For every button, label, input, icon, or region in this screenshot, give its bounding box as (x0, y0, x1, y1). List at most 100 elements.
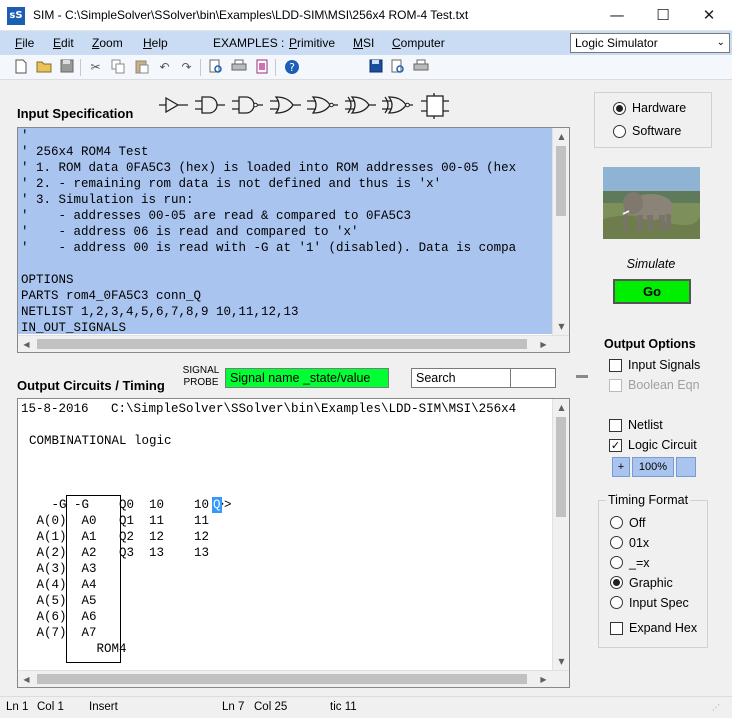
output-vertical-scrollbar[interactable]: ▲ ▼ (552, 399, 569, 670)
xor-gate-icon[interactable] (344, 95, 376, 115)
menu-edit[interactable]: Edit (53, 36, 74, 50)
menu-zoom[interactable]: Zoom (92, 36, 123, 50)
status-col-input: Col 1 (37, 701, 64, 713)
logic-circuit-label: Logic Circuit (628, 438, 697, 452)
scroll-down-icon[interactable]: ▼ (553, 318, 569, 335)
redo-icon[interactable]: ↷ (178, 59, 195, 76)
text-cursor-selection[interactable]: Q (212, 497, 222, 513)
mode-select-value: Logic Simulator (575, 36, 658, 50)
input-signals-checkbox[interactable] (609, 359, 622, 372)
scroll-left-icon[interactable]: ◀ (18, 336, 35, 352)
timing-eqx-radio[interactable] (610, 556, 623, 569)
timing-format-title: Timing Format (606, 493, 691, 507)
svg-text:?: ? (289, 61, 295, 74)
flipflop-icon[interactable] (420, 92, 450, 120)
menu-msi[interactable]: MSI (353, 36, 374, 50)
status-line-output: Ln 7 (222, 701, 245, 713)
netlist-label: Netlist (628, 418, 663, 432)
examples-label: EXAMPLES : (213, 36, 285, 50)
signal-probe-label: SIGNAL PROBE (182, 365, 220, 388)
undo-icon[interactable]: ↶ (156, 59, 173, 76)
scroll-right-icon[interactable]: ▶ (535, 336, 552, 352)
timing-graphic-radio[interactable] (610, 576, 623, 589)
status-tic: tic 11 (330, 701, 357, 713)
input-spec-text[interactable]: ' ' 256x4 ROM4 Test ' 1. ROM data 0FA5C3… (18, 128, 556, 335)
menu-primitive[interactable]: Primitive (289, 36, 335, 50)
timing-01x-radio[interactable] (610, 536, 623, 549)
app-icon: sS (7, 7, 25, 25)
search-button[interactable] (510, 368, 556, 388)
output-horizontal-scrollbar[interactable]: ◀ ▶ (18, 670, 569, 687)
netlist-checkbox[interactable] (609, 419, 622, 432)
circuit-line: -G -G Q0 10 10 >> (29, 498, 240, 512)
scroll-left-icon[interactable]: ◀ (18, 671, 35, 687)
signal-probe-input[interactable]: Signal name _state/value (225, 368, 389, 388)
output-circuits-editor[interactable]: 15-8-2016 C:\SimpleSolver\SSolver\bin\Ex… (17, 398, 570, 688)
toolbar: ✂ ↶ ↷ ? (0, 55, 732, 80)
output-header-line: 15-8-2016 C:\SimpleSolver\SSolver\bin\Ex… (21, 402, 517, 416)
logic-circuit-checkbox[interactable]: ✓ (609, 439, 622, 452)
hardware-radio[interactable] (613, 102, 626, 115)
open-folder-icon[interactable] (35, 59, 52, 76)
buffer-gate-icon[interactable] (158, 95, 190, 115)
status-insert-mode: Insert (89, 701, 118, 713)
hardware-label: Hardware (632, 101, 687, 115)
menu-file[interactable]: File (15, 36, 34, 50)
zoom-in-button[interactable]: + (612, 457, 630, 477)
input-spec-editor[interactable]: ' ' 256x4 ROM4 Test ' 1. ROM data 0FA5C3… (17, 127, 570, 353)
title-bar: sS SIM - C:\SimpleSolver\SSolver\bin\Exa… (0, 0, 732, 31)
cut-icon[interactable]: ✂ (87, 59, 104, 76)
nand-gate-icon[interactable] (231, 95, 263, 115)
menu-computer[interactable]: Computer (392, 36, 445, 50)
panel-splitter[interactable] (576, 375, 588, 378)
simulate-label: Simulate (626, 257, 676, 271)
page-setup-icon[interactable] (253, 59, 270, 76)
scroll-up-icon[interactable]: ▲ (553, 128, 569, 145)
go-button[interactable]: Go (613, 279, 691, 304)
timing-off-radio[interactable] (610, 516, 623, 529)
timing-graphic-label: Graphic (629, 576, 673, 590)
paste-icon[interactable] (133, 59, 150, 76)
copy-icon[interactable] (110, 59, 127, 76)
save-icon[interactable] (58, 59, 75, 76)
software-label: Software (632, 124, 682, 138)
print-preview-output-icon[interactable] (389, 59, 406, 76)
and-gate-icon[interactable] (194, 95, 226, 115)
zoom-level-button[interactable]: 100% (632, 457, 674, 477)
nor-gate-icon[interactable] (306, 95, 338, 115)
print-output-icon[interactable] (412, 59, 429, 76)
output-options-title: Output Options (604, 337, 696, 351)
search-input[interactable]: Search (411, 368, 511, 388)
xnor-gate-icon[interactable] (381, 95, 413, 115)
minimize-button[interactable]: — (594, 0, 640, 31)
boolean-eqn-checkbox[interactable] (609, 379, 622, 392)
timing-off-label: Off (629, 516, 646, 530)
chevron-down-icon: ⌄ (716, 37, 725, 48)
logic-title: COMBINATIONAL logic (29, 434, 172, 448)
mode-select[interactable]: Logic Simulator ⌄ (570, 33, 730, 53)
input-horizontal-scrollbar[interactable]: ◀ ▶ (18, 335, 569, 352)
status-line-input: Ln 1 (6, 701, 29, 713)
rom4-block-outline (66, 495, 121, 663)
software-radio[interactable] (613, 125, 626, 138)
menu-help[interactable]: Help (143, 36, 168, 50)
elephant-image (603, 167, 700, 239)
help-icon[interactable]: ? (283, 59, 300, 76)
expand-hex-checkbox[interactable] (610, 622, 623, 635)
timing-input-spec-radio[interactable] (610, 596, 623, 609)
input-vertical-scrollbar[interactable]: ▲ ▼ (552, 128, 569, 335)
close-button[interactable]: ✕ (686, 0, 732, 31)
print-icon[interactable] (230, 59, 247, 76)
status-bar: Ln 1 Col 1 Insert Ln 7 Col 25 tic 11 ⋰ (0, 696, 732, 718)
scroll-up-icon[interactable]: ▲ (553, 399, 569, 416)
scroll-right-icon[interactable]: ▶ (535, 671, 552, 687)
resize-grip-icon[interactable]: ⋰ (712, 703, 720, 712)
save-output-icon[interactable] (367, 59, 384, 76)
or-gate-icon[interactable] (269, 95, 301, 115)
zoom-out-button[interactable] (676, 457, 696, 477)
scroll-down-icon[interactable]: ▼ (553, 653, 569, 670)
timing-eqx-label: _=x (629, 556, 650, 570)
new-file-icon[interactable] (12, 59, 29, 76)
print-preview-icon[interactable] (207, 59, 224, 76)
maximize-button[interactable]: ☐ (640, 0, 686, 31)
